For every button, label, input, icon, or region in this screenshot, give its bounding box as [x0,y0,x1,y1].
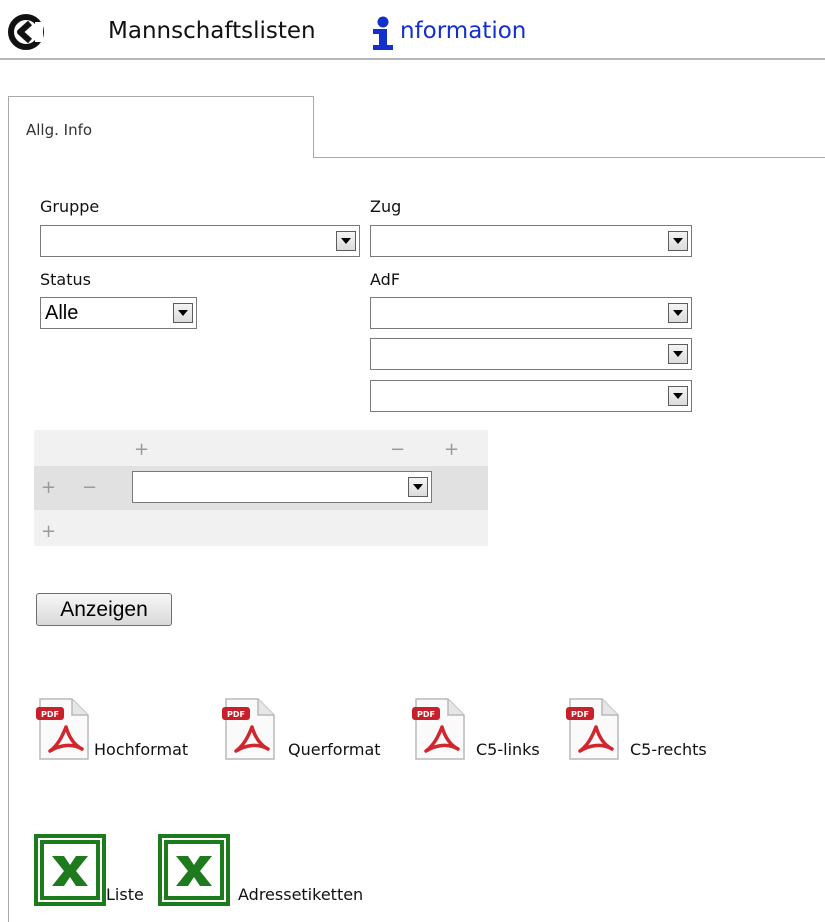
zug-select[interactable] [370,225,692,257]
gruppe-label: Gruppe [40,197,100,216]
add-column-button[interactable]: + [134,441,149,459]
export-excel-adressetiketten[interactable]: Adressetiketten [158,834,363,906]
chevron-down-icon [336,231,356,251]
export-label: C5-rechts [630,740,707,759]
header-divider [0,58,825,60]
tab-panel-border [8,96,9,922]
export-pdf-hochformat[interactable]: Hochformat [36,697,188,761]
tab-border-top [8,96,314,97]
excel-icon [34,834,106,906]
remove-row-button[interactable]: − [82,479,97,497]
add-row-bottom-button[interactable]: + [41,523,56,541]
adf-select-1[interactable] [370,297,692,329]
zug-label: Zug [370,197,402,216]
chevron-down-icon [408,477,428,497]
gruppe-select[interactable] [40,225,360,257]
filter-select[interactable] [132,471,432,503]
status-select[interactable]: Alle [40,297,197,329]
back-button[interactable] [8,14,44,50]
export-label: Adressetiketten [238,885,364,904]
excel-icon [158,834,230,906]
chevron-down-icon [668,303,688,323]
chevron-down-icon [668,231,688,251]
back-arrow-icon [8,14,44,50]
filter-grid-row-1 [34,430,488,466]
adf-select-3[interactable] [370,380,692,412]
show-button[interactable]: Anzeigen [36,593,172,626]
export-pdf-c5-rechts[interactable]: C5-rechts [566,697,707,761]
chevron-down-icon [668,344,688,364]
info-icon [373,16,393,50]
chevron-down-icon [173,303,193,323]
adf-label: AdF [370,270,401,289]
information-label: nformation [400,18,527,44]
page-title: Mannschaftslisten [108,18,316,44]
pdf-icon [412,697,466,761]
export-excel-liste[interactable]: Liste [34,834,144,906]
filter-grid-row-3 [34,510,488,546]
tab-border-bottom [313,157,825,158]
export-pdf-querformat[interactable]: Querformat [222,697,381,761]
export-label: Hochformat [94,740,189,759]
pdf-icon [36,697,90,761]
export-label: Querformat [288,740,381,759]
status-label: Status [40,270,91,289]
add-column-right-button[interactable]: + [444,441,459,459]
export-label: Liste [106,885,144,904]
adf-select-2[interactable] [370,338,692,370]
export-label: C5-links [476,740,540,759]
chevron-down-icon [668,386,688,406]
information-link[interactable]: nformation [370,16,526,50]
export-pdf-c5-links[interactable]: C5-links [412,697,540,761]
tab-border-right [313,96,314,158]
remove-column-button[interactable]: − [390,441,405,459]
tab-allg-info[interactable]: Allg. Info [26,121,92,139]
pdf-icon [566,697,620,761]
pdf-icon [222,697,276,761]
add-row-button[interactable]: + [41,479,56,497]
